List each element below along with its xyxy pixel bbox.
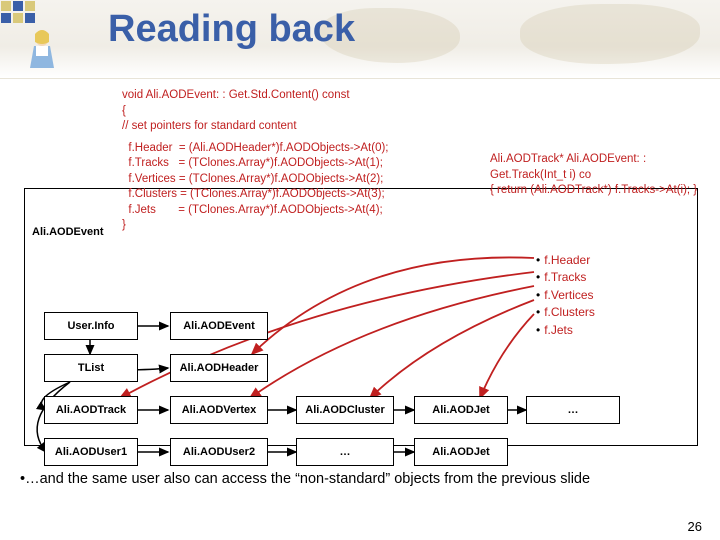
code-line: void Ali.AODEvent: : Get.Std.Content() c… <box>122 88 714 104</box>
slide-number: 26 <box>688 519 702 534</box>
node-tlist[interactable]: TList <box>44 354 138 382</box>
code-line: f.Jets = (TClones.Array*)f.AODObjects->A… <box>122 203 714 219</box>
node-aoduser1[interactable]: Ali.AODUser1 <box>44 438 138 466</box>
member-label: f.Jets <box>536 322 595 339</box>
code-block-fragment: Ali.AODTrack* Ali.AODEvent: : Get.Track(… <box>490 152 718 199</box>
container-label: Ali.AODEvent <box>32 226 104 238</box>
node-aodtrack[interactable]: Ali.AODTrack <box>44 396 138 424</box>
member-label: f.Tracks <box>536 269 595 286</box>
footer-bullet: •…and the same user also can access the … <box>20 470 700 488</box>
member-label: f.Vertices <box>536 287 595 304</box>
member-pointer-labels: f.Header f.Tracks f.Vertices f.Clusters … <box>536 252 595 339</box>
slide-title: Reading back <box>108 8 355 51</box>
node-userinfo[interactable]: User.Info <box>44 312 138 340</box>
code-line: Ali.AODTrack* Ali.AODEvent: : Get.Track(… <box>490 152 718 183</box>
node-aodvertex[interactable]: Ali.AODVertex <box>170 396 268 424</box>
member-label: f.Header <box>536 252 595 269</box>
header-map-decoration <box>300 0 720 78</box>
node-aodjet[interactable]: Ali.AODJet <box>414 396 508 424</box>
code-line: { return (Ali.AODTrack*) f.Tracks->At(i)… <box>490 183 718 199</box>
node-aodjet2[interactable]: Ali.AODJet <box>414 438 508 466</box>
alice-illustration <box>24 28 60 70</box>
node-aodheader[interactable]: Ali.AODHeader <box>170 354 268 382</box>
code-line: { <box>122 104 714 120</box>
node-aodevent[interactable]: Ali.AODEvent <box>170 312 268 340</box>
node-aoduser2[interactable]: Ali.AODUser2 <box>170 438 268 466</box>
node-ellipsis[interactable]: … <box>296 438 394 466</box>
member-label: f.Clusters <box>536 304 595 321</box>
code-line: // set pointers for standard content <box>122 119 714 135</box>
node-aodcluster[interactable]: Ali.AODCluster <box>296 396 394 424</box>
node-ellipsis2[interactable]: … <box>526 396 620 424</box>
code-line: } <box>122 218 714 234</box>
